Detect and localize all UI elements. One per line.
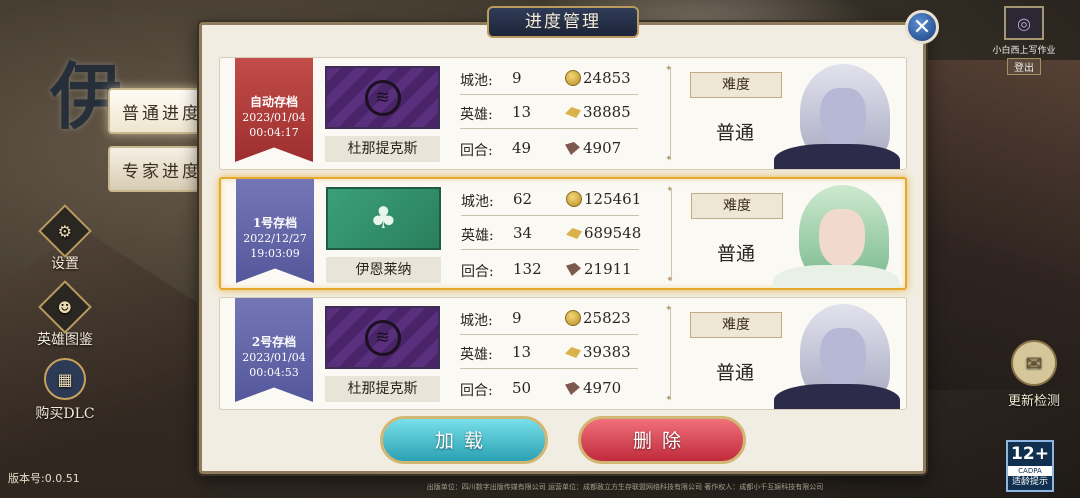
close-button[interactable]: ✕ xyxy=(905,10,939,44)
save-slot-auto[interactable]: 自动存档 2023/01/04 00:04:17 ≋ 杜那提克斯 城池: 9 2… xyxy=(219,57,907,170)
version-label: 版本号:0.0.51 xyxy=(8,472,80,485)
save-slot-date: 2023/01/04 xyxy=(242,111,306,124)
cities-value: 62 xyxy=(513,190,533,208)
gold-icon xyxy=(566,191,582,207)
save-slot-date: 2023/01/04 xyxy=(242,351,306,364)
row-divider xyxy=(461,215,639,216)
food-icon xyxy=(565,107,581,118)
food-icon xyxy=(565,347,581,358)
hero-name: 杜那提克斯 xyxy=(325,136,440,162)
turns-value: 50 xyxy=(512,379,532,397)
faction-symbol-icon: ≋ xyxy=(364,319,401,356)
save-slot-ribbon: 1号存档 2022/12/27 19:03:09 xyxy=(236,179,314,283)
account-avatar-icon: ◎ xyxy=(1004,6,1044,40)
save-slot-2[interactable]: 2号存档 2023/01/04 00:04:53 ≋ 杜那提克斯 城池: 9 2… xyxy=(219,297,907,410)
hero-name: 伊恩莱纳 xyxy=(326,257,441,283)
save-slot-time: 00:04:53 xyxy=(249,366,299,379)
hero-gallery-button[interactable]: ☻ 英雄图鉴 xyxy=(30,280,100,349)
save-slot-date: 2022/12/27 xyxy=(243,232,307,245)
gold-icon xyxy=(565,310,581,326)
slot-divider xyxy=(665,64,673,164)
food-value: 689548 xyxy=(584,224,642,242)
logout-label[interactable]: 登出 xyxy=(1007,58,1041,75)
hero-name: 杜那提克斯 xyxy=(325,376,440,402)
wood-value: 4970 xyxy=(583,379,622,397)
account-name: 小白西上写作业 xyxy=(992,46,1056,56)
gold-value: 24853 xyxy=(583,69,631,87)
cities-value: 9 xyxy=(512,309,522,327)
save-slot-name: 1号存档 xyxy=(252,216,298,230)
cities-label: 城池: xyxy=(460,313,493,329)
wood-icon xyxy=(566,263,581,276)
food-icon xyxy=(566,228,582,239)
turns-label: 回合: xyxy=(461,264,494,280)
hero-portrait xyxy=(760,64,900,169)
hero-portrait xyxy=(760,304,900,409)
scroll-icon: ✉ xyxy=(1011,340,1057,386)
cities-label: 城池: xyxy=(461,194,494,210)
close-icon: ✕ xyxy=(912,15,932,40)
heroes-label: 英雄: xyxy=(460,107,493,123)
age-rating-number: 12+ xyxy=(1011,444,1049,464)
heroes-label: 英雄: xyxy=(460,347,493,363)
row-divider xyxy=(460,368,638,369)
hero-portrait xyxy=(759,185,899,288)
row-divider xyxy=(460,128,638,129)
row-divider xyxy=(460,334,638,335)
portrait-icon: ☻ xyxy=(38,280,92,334)
faction-symbol-icon: ≋ xyxy=(364,79,401,116)
save-slot-ribbon: 自动存档 2023/01/04 00:04:17 xyxy=(235,58,313,162)
save-slot-name: 2号存档 xyxy=(251,335,297,349)
faction-emblem: ♣ xyxy=(326,187,441,250)
update-check-button[interactable]: ✉ 更新检测 xyxy=(1002,340,1066,409)
save-slot-time: 00:04:17 xyxy=(249,126,299,139)
faction-emblem: ≋ xyxy=(325,66,440,129)
faction-emblem: ≋ xyxy=(325,306,440,369)
buy-dlc-label: 购买DLC xyxy=(35,406,95,422)
load-button[interactable]: 加载 xyxy=(380,416,548,464)
wood-value: 21911 xyxy=(584,260,632,278)
save-slot-ribbon: 2号存档 2023/01/04 00:04:53 xyxy=(235,298,313,402)
gold-icon xyxy=(565,70,581,86)
heroes-label: 英雄: xyxy=(461,228,494,244)
turns-label: 回合: xyxy=(460,383,493,399)
cities-label: 城池: xyxy=(460,73,493,89)
turns-value: 49 xyxy=(512,139,532,157)
cities-value: 9 xyxy=(512,69,522,87)
delete-button[interactable]: 删除 xyxy=(578,416,746,464)
save-slot-1[interactable]: 1号存档 2022/12/27 19:03:09 ♣ 伊恩莱纳 城池: 62 1… xyxy=(219,177,907,290)
gold-value: 25823 xyxy=(583,309,631,327)
tree-icon: ♣ xyxy=(370,201,397,236)
age-rating-org: CADPA xyxy=(1008,466,1052,476)
wood-icon xyxy=(565,142,580,155)
age-rating-text: 适龄提示 xyxy=(1011,477,1048,487)
gear-icon: ⚙ xyxy=(38,204,92,258)
age-rating-badge: 12+ CADPA 适龄提示 xyxy=(1006,440,1054,492)
save-slot-name: 自动存档 xyxy=(249,95,298,109)
slot-divider xyxy=(666,185,674,285)
publisher-footer: 出版单位：四川数字出版传媒有限公司 运营单位：成都赦立方生存联盟网络科技有限公司… xyxy=(426,483,824,491)
wood-icon xyxy=(565,382,580,395)
treasure-icon: ▦ xyxy=(44,358,86,400)
settings-button[interactable]: ⚙ 设置 xyxy=(30,204,100,273)
food-value: 38885 xyxy=(583,103,631,121)
wood-value: 4907 xyxy=(583,139,622,157)
game-logo: 伊 xyxy=(50,54,122,139)
heroes-value: 34 xyxy=(513,224,533,242)
update-check-label: 更新检测 xyxy=(1007,394,1060,409)
food-value: 39383 xyxy=(583,343,631,361)
row-divider xyxy=(460,94,638,95)
row-divider xyxy=(461,249,639,250)
slot-divider xyxy=(665,304,673,404)
panel-title: 进度管理 xyxy=(487,6,639,38)
save-slot-time: 19:03:09 xyxy=(250,247,300,260)
turns-label: 回合: xyxy=(460,143,493,159)
heroes-value: 13 xyxy=(512,343,532,361)
turns-value: 132 xyxy=(513,260,542,278)
buy-dlc-button[interactable]: ▦ 购买DLC xyxy=(30,358,100,423)
account-button[interactable]: ◎ 小白西上写作业 登出 xyxy=(988,6,1060,75)
heroes-value: 13 xyxy=(512,103,532,121)
gold-value: 125461 xyxy=(584,190,642,208)
